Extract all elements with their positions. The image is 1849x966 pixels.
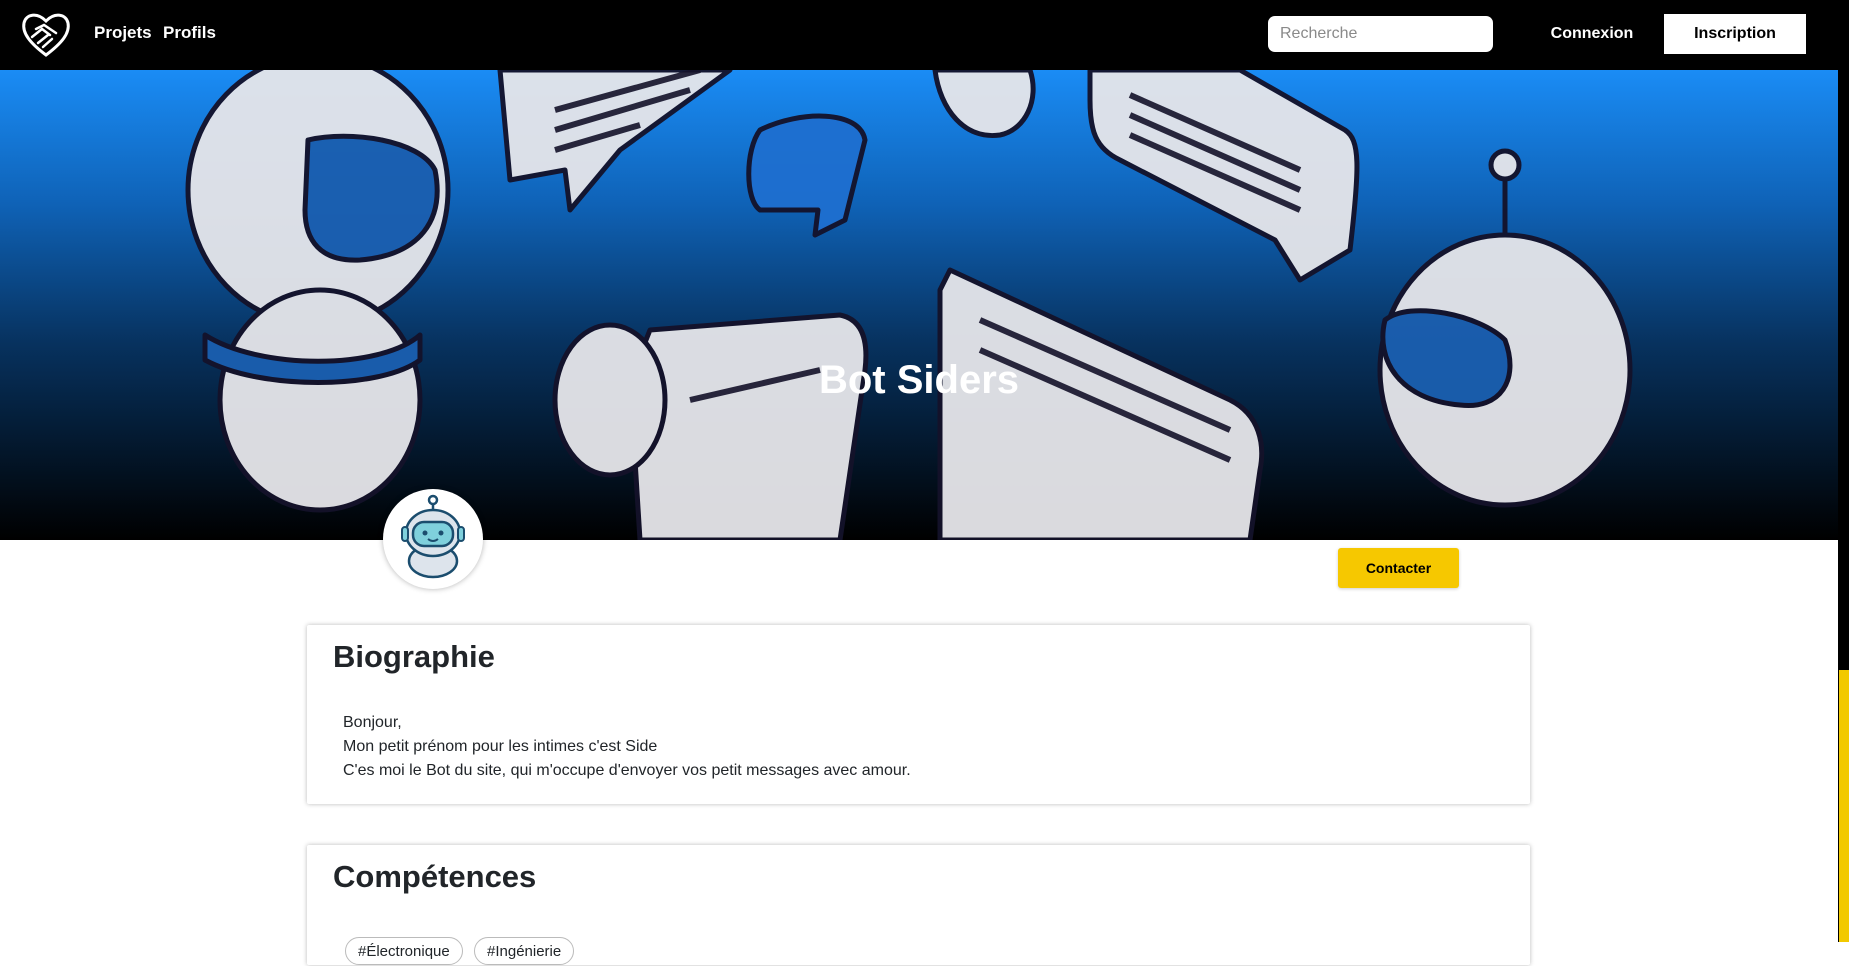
biography-line: Mon petit prénom pour les intimes c'est …: [343, 738, 658, 755]
skills-card: Compétences #Électronique #Ingénierie: [307, 845, 1530, 965]
nav-link-projets[interactable]: Projets: [94, 23, 152, 43]
banner-illustration: [185, 70, 1633, 540]
biography-line: Bonjour,: [343, 714, 402, 731]
profile-name: Bot Siders: [818, 358, 1020, 402]
skill-tag[interactable]: #Ingénierie: [474, 937, 575, 965]
scrollbar-thumb[interactable]: [1839, 670, 1849, 942]
handshake-heart-icon[interactable]: [20, 11, 72, 57]
nav-link-profils[interactable]: Profils: [163, 23, 216, 43]
profile-banner: Bot Siders: [0, 70, 1838, 540]
skills-title: Compétences: [333, 859, 537, 894]
login-button[interactable]: Connexion: [1540, 14, 1644, 54]
contact-button[interactable]: Contacter: [1338, 548, 1459, 588]
biography-title: Biographie: [333, 639, 495, 674]
biography-line: C'es moi le Bot du site, qui m'occupe d'…: [343, 762, 911, 779]
top-navbar: Projets Profils Connexion Inscription: [0, 0, 1838, 70]
search-input[interactable]: [1268, 16, 1493, 52]
signup-button[interactable]: Inscription: [1664, 14, 1806, 54]
skill-tag[interactable]: #Électronique: [345, 937, 463, 965]
robot-avatar-icon: [383, 489, 483, 589]
biography-card: Biographie Bonjour, Mon petit prénom pou…: [307, 625, 1530, 804]
